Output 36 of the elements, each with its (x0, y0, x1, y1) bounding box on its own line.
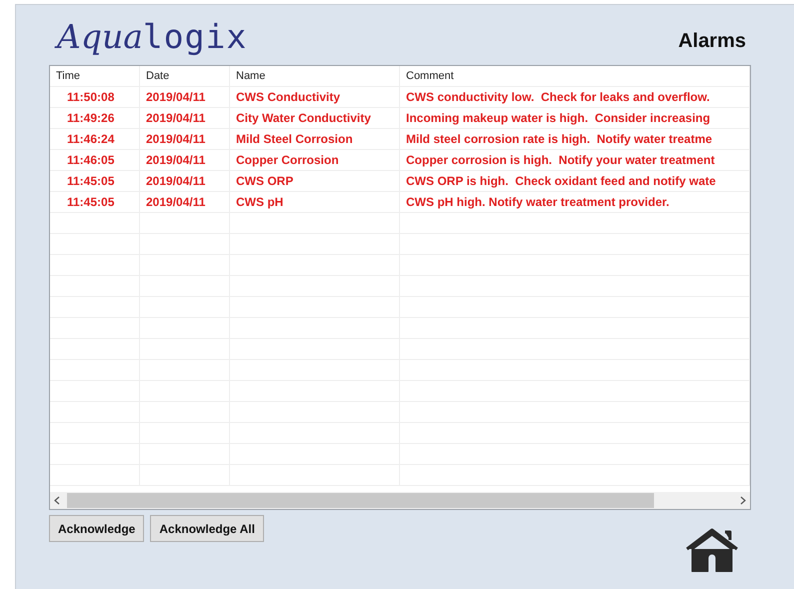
table-cell: 11:45:05 (50, 171, 140, 191)
table-cell: 2019/04/11 (140, 192, 230, 212)
table-cell: Copper corrosion is high. Notify your water treatment (400, 150, 750, 170)
table-cell: Mild Steel Corrosion (230, 129, 400, 149)
table-cell: 2019/04/11 (140, 171, 230, 191)
table-cell: 2019/04/11 (140, 87, 230, 107)
table-cell: Incoming makeup water is high. Consider increasing (400, 108, 750, 128)
column-header: Name (230, 66, 400, 86)
table-cell: CWS pH (230, 192, 400, 212)
table-cell: CWS ORP (230, 171, 400, 191)
table-cell: CWS conductivity low. Check for leaks and overflow. (400, 87, 750, 107)
page-title: Alarms (678, 30, 746, 53)
table-cell: Copper Corrosion (230, 150, 400, 170)
column-header: Comment (400, 66, 750, 86)
table-cell: CWS Conductivity (230, 87, 400, 107)
scroll-left-icon[interactable] (54, 496, 60, 505)
table-cell: Mild steel corrosion rate is high. Notify water treatme (400, 129, 750, 149)
acknowledge-button[interactable]: Acknowledge (49, 515, 144, 542)
table-cell: 11:49:26 (50, 108, 140, 128)
home-icon[interactable] (685, 528, 739, 572)
acknowledge-all-button[interactable]: Acknowledge All (150, 515, 264, 542)
table-cell: City Water Conductivity (230, 108, 400, 128)
table-cell: CWS pH high. Notify water treatment provider. (400, 192, 750, 212)
table-cell: 2019/04/11 (140, 108, 230, 128)
table-cell: CWS ORP is high. Check oxidant feed and notify wate (400, 171, 750, 191)
column-header: Time (50, 66, 140, 86)
table-cell: 11:45:05 (50, 192, 140, 212)
horizontal-scrollbar[interactable] (50, 492, 750, 509)
table-cell: 2019/04/11 (140, 129, 230, 149)
column-header: Date (140, 66, 230, 86)
table-cell: 2019/04/11 (140, 150, 230, 170)
table-cell: 11:46:05 (50, 150, 140, 170)
table-cell: 11:46:24 (50, 129, 140, 149)
table-cell: 11:50:08 (50, 87, 140, 107)
logo: Aqualogix (57, 20, 248, 53)
scroll-right-icon[interactable] (740, 496, 746, 505)
